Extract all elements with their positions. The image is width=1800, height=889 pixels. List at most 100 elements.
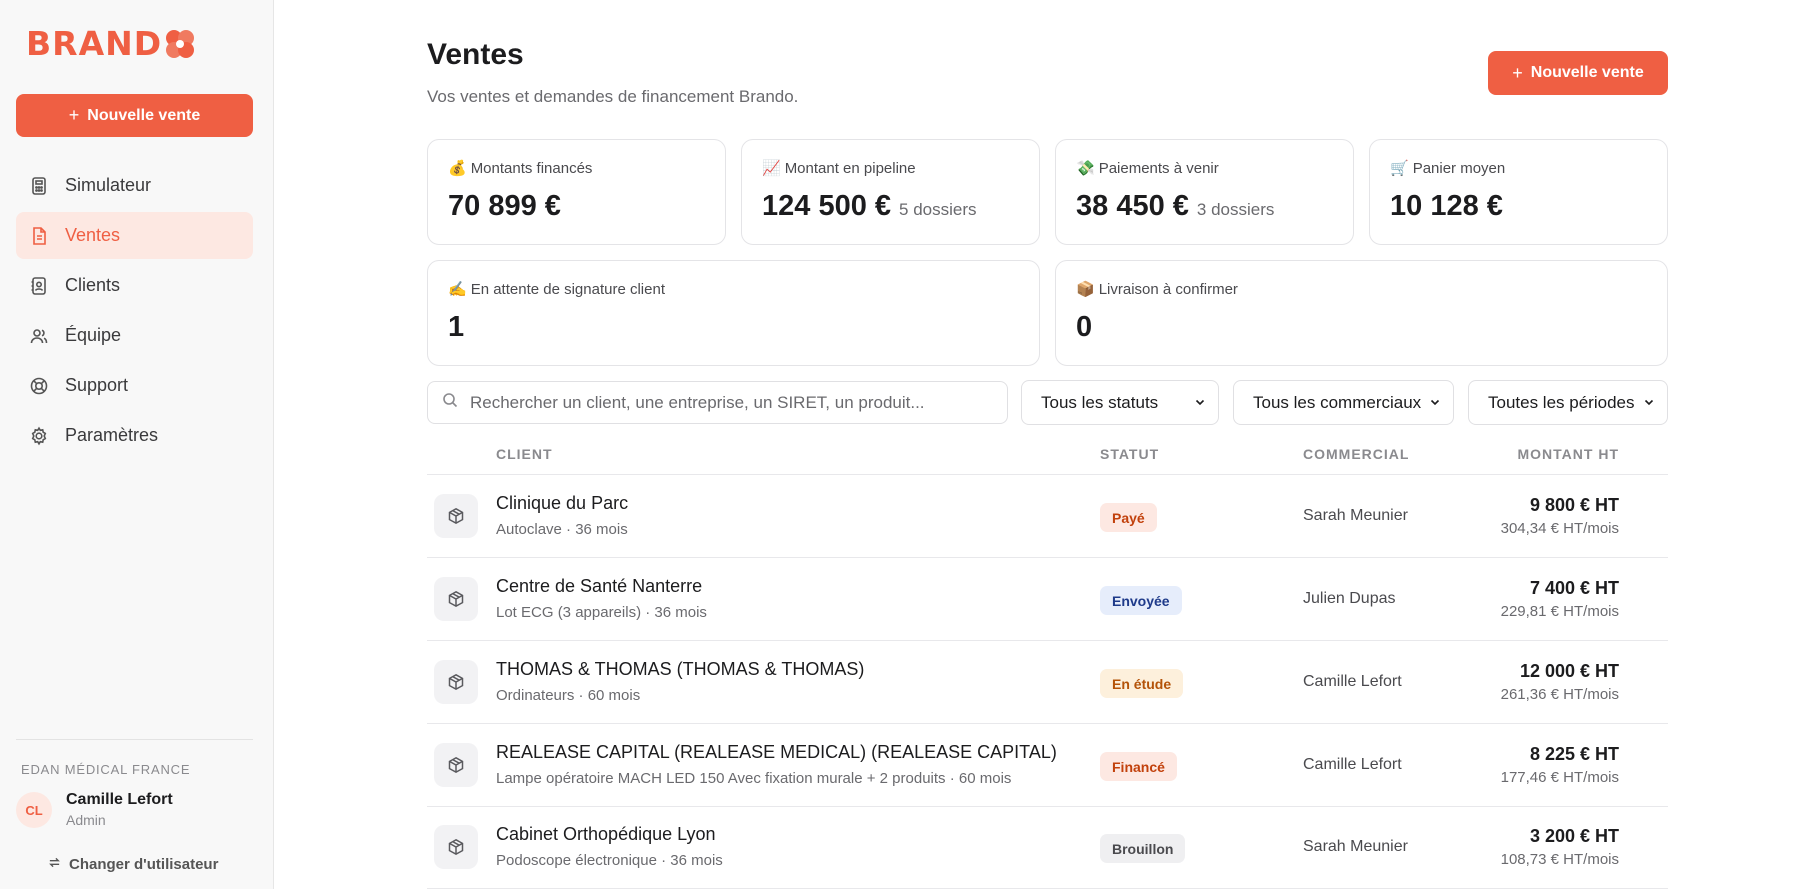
search-icon: [442, 392, 458, 413]
stat-value: 70 899 €: [448, 190, 561, 222]
gear-icon: [29, 426, 49, 446]
package-icon: [434, 660, 478, 704]
column-header-amount[interactable]: MONTANT HT: [1518, 446, 1620, 462]
column-header-commercial[interactable]: COMMERCIAL: [1303, 446, 1409, 462]
writing-hand-icon: ✍️: [448, 281, 467, 298]
chevron-down-icon: [1194, 393, 1206, 413]
avatar: CL: [16, 792, 52, 828]
sidebar-divider: [16, 739, 253, 740]
status-badge: Envoyée: [1100, 586, 1182, 615]
sidebar-new-sale-button[interactable]: + Nouvelle vente: [16, 94, 253, 137]
chevron-down-icon: [1429, 393, 1441, 413]
table-row[interactable]: Cabinet Orthopédique Lyon Podoscope élec…: [427, 806, 1668, 888]
sidebar-item-label: Ventes: [65, 225, 121, 245]
status-badge: Financé: [1100, 752, 1177, 781]
row-commercial: Julien Dupas: [1303, 590, 1396, 607]
table-row[interactable]: Clinique du Parc Autoclave · 36 mois Pay…: [427, 475, 1668, 557]
document-icon: [29, 226, 49, 246]
sidebar: BRAND + Nouvelle vente Simulateur Ventes: [0, 0, 274, 889]
stat-label: 💸 Paiements à venir: [1076, 159, 1219, 178]
user-info: Camille Lefort Admin: [66, 790, 173, 830]
row-client-name: THOMAS & THOMAS (THOMAS & THOMAS): [496, 659, 865, 679]
stat-value: 124 500 €5 dossiers: [762, 190, 977, 222]
sidebar-item-ventes[interactable]: Ventes: [16, 212, 253, 259]
row-client-detail: Ordinateurs · 60 mois: [496, 687, 641, 704]
status-badge: En étude: [1100, 669, 1184, 698]
status-badge: Brouillon: [1100, 834, 1186, 863]
new-sale-label: Nouvelle vente: [1530, 64, 1644, 81]
status-badge: Payé: [1100, 503, 1157, 532]
row-client-name: Centre de Santé Nanterre: [496, 576, 703, 596]
row-commercial: Sarah Meunier: [1303, 507, 1408, 524]
money-bag-icon: 💰: [448, 160, 467, 177]
stat-label: 📈 Montant en pipeline: [762, 159, 916, 178]
sidebar-nav: Simulateur Ventes Clients Équipe Support: [16, 162, 253, 462]
search-box[interactable]: [427, 381, 1008, 424]
calculator-icon: [29, 176, 49, 196]
sidebar-item-equipe[interactable]: Équipe: [16, 312, 253, 359]
table-row[interactable]: Centre de Santé Nanterre Lot ECG (3 appa…: [427, 558, 1668, 640]
table-row[interactable]: THOMAS & THOMAS (THOMAS & THOMAS) Ordina…: [427, 641, 1668, 723]
commercial-filter-select[interactable]: Tous les commerciaux: [1233, 380, 1454, 425]
new-sale-button[interactable]: + Nouvelle vente: [1488, 51, 1668, 95]
package-icon: [434, 494, 478, 538]
table-row[interactable]: REALEASE CAPITAL (REALEASE MEDICAL) (REA…: [427, 724, 1668, 806]
stat-label: 📦 Livraison à confirmer: [1076, 280, 1238, 299]
row-amount: 9 800 € HT: [1529, 495, 1619, 515]
user-name: Camille Lefort: [66, 791, 173, 808]
brand-logo[interactable]: BRAND: [26, 24, 196, 64]
column-header-status[interactable]: STATUT: [1100, 446, 1159, 462]
cart-icon: 🛒: [1390, 160, 1409, 177]
row-monthly: 108,73 € HT/mois: [1500, 851, 1619, 868]
switch-user-button[interactable]: Changer d'utilisateur: [48, 856, 218, 873]
sidebar-item-label: Support: [65, 375, 129, 395]
stat-card-livraison: 📦 Livraison à confirmer 0: [1055, 260, 1668, 366]
sidebar-item-parametres[interactable]: Paramètres: [16, 412, 253, 459]
current-user: CL Camille Lefort Admin: [16, 790, 173, 830]
commercial-filter-value: Tous les commerciaux: [1253, 392, 1422, 412]
brand-logo-text: BRAND: [26, 24, 163, 63]
user-role: Admin: [66, 812, 106, 828]
search-input[interactable]: [470, 392, 990, 413]
stat-label: 💰 Montants financés: [448, 159, 593, 178]
sidebar-new-sale-label: Nouvelle vente: [87, 106, 201, 124]
row-client-detail: Lampe opératoire MACH LED 150 Avec fixat…: [496, 770, 1012, 787]
row-commercial: Camille Lefort: [1303, 673, 1402, 690]
sidebar-item-clients[interactable]: Clients: [16, 262, 253, 309]
period-filter-select[interactable]: Toutes les périodes: [1468, 380, 1668, 425]
chart-up-icon: 📈: [762, 160, 781, 177]
sidebar-item-simulateur[interactable]: Simulateur: [16, 162, 253, 209]
stat-suffix: 5 dossiers: [899, 200, 977, 219]
page-subtitle: Vos ventes et demandes de financement Br…: [427, 87, 799, 106]
lifebuoy-icon: [29, 376, 49, 396]
status-filter-select[interactable]: Tous les statuts: [1021, 380, 1219, 425]
package-icon: [434, 577, 478, 621]
package-icon: [434, 825, 478, 869]
users-icon: [29, 326, 49, 346]
row-monthly: 261,36 € HT/mois: [1500, 686, 1619, 703]
stat-card-montant-pipeline: 📈 Montant en pipeline 124 500 €5 dossiers: [741, 139, 1040, 245]
status-filter-value: Tous les statuts: [1041, 392, 1159, 412]
row-amount: 3 200 € HT: [1529, 826, 1619, 846]
brand-logo-mark-icon: [166, 30, 195, 58]
stat-label: ✍️ En attente de signature client: [448, 280, 665, 299]
row-client-detail: Autoclave · 36 mois: [496, 521, 628, 538]
row-client-name: REALEASE CAPITAL (REALEASE MEDICAL) (REA…: [496, 742, 1057, 762]
sidebar-item-label: Équipe: [65, 325, 122, 345]
sidebar-item-label: Simulateur: [65, 175, 152, 195]
stat-suffix: 3 dossiers: [1196, 200, 1275, 219]
row-monthly: 177,46 € HT/mois: [1500, 769, 1619, 786]
row-client-name: Clinique du Parc: [496, 493, 629, 513]
column-header-client[interactable]: CLIENT: [496, 446, 553, 462]
row-client-detail: Podoscope électronique · 36 mois: [496, 852, 723, 869]
plus-icon: +: [1512, 62, 1523, 83]
period-filter-value: Toutes les périodes: [1488, 392, 1635, 412]
organization-name: EDAN MÉDICAL FRANCE: [21, 762, 191, 777]
stat-value: 10 128 €: [1390, 190, 1503, 222]
stat-value: 38 450 €3 dossiers: [1076, 190, 1275, 222]
sidebar-item-support[interactable]: Support: [16, 362, 253, 409]
switch-user-label: Changer d'utilisateur: [69, 856, 219, 873]
stat-label: 🛒 Panier moyen: [1390, 159, 1506, 178]
row-commercial: Camille Lefort: [1303, 756, 1402, 773]
switch-icon: [48, 856, 61, 873]
